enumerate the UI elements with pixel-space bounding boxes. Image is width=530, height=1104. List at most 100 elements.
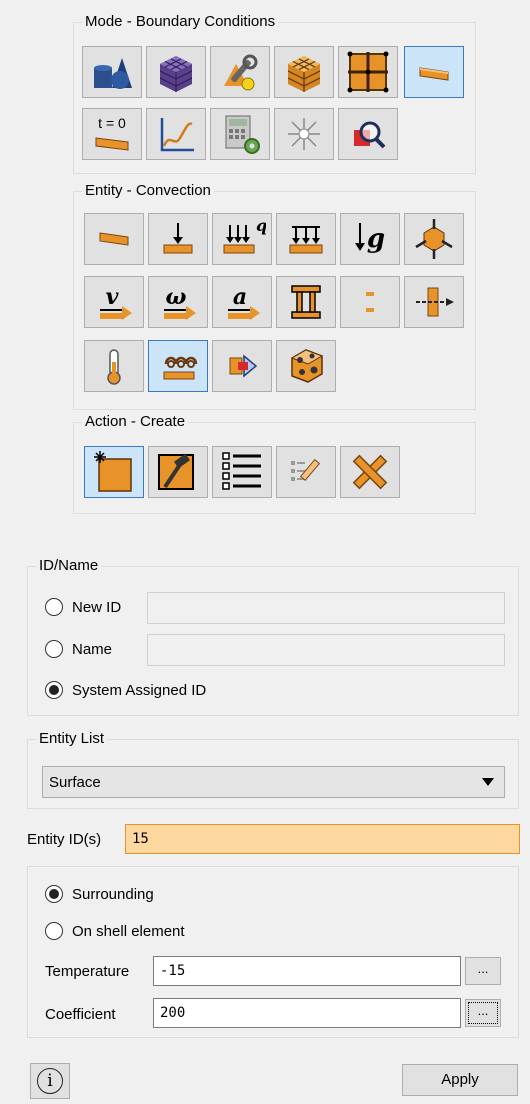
entity-pressure-button[interactable]	[276, 213, 336, 265]
shell-element-label: On shell element	[72, 922, 185, 940]
acceleration-icon: a	[228, 284, 260, 320]
boundary-conditions-icon	[419, 67, 449, 81]
initial-conditions-text: t = 0	[98, 115, 126, 131]
mode-calculator-button[interactable]	[210, 108, 270, 160]
mode-element-button[interactable]	[274, 46, 334, 98]
action-delete-button[interactable]	[340, 446, 400, 498]
mode-inspect-button[interactable]	[338, 108, 398, 160]
entity-group-title: Entity - Convection	[82, 182, 214, 200]
new-id-label: New ID	[72, 598, 122, 616]
coefficient-browse-button[interactable]: ...	[465, 999, 501, 1027]
constraint-icon	[415, 219, 453, 259]
entity-list-value: Surface	[49, 773, 101, 791]
entity-convection-button[interactable]	[148, 340, 208, 392]
entity-velocity-button[interactable]: v	[84, 276, 144, 328]
entity-force-button[interactable]	[148, 213, 208, 265]
mode-boundary-conditions-button[interactable]	[404, 46, 464, 98]
entity-heat-flux-button[interactable]: q	[212, 213, 272, 265]
mode-geometry-button[interactable]	[82, 46, 142, 98]
apply-button[interactable]: Apply	[402, 1064, 518, 1096]
mode-material-button[interactable]	[210, 46, 270, 98]
list-icon	[222, 452, 261, 490]
entity-list-title: Entity List	[36, 730, 108, 748]
new-id-field[interactable]	[147, 592, 505, 624]
create-icon	[94, 451, 132, 492]
velocity-text: v	[106, 284, 119, 310]
mode-lighting-button[interactable]	[274, 108, 334, 160]
gravity-icon: g	[355, 223, 385, 254]
action-rename-button[interactable]	[276, 446, 336, 498]
system-id-label: System Assigned ID	[72, 681, 207, 699]
mode-mesh-button[interactable]	[146, 46, 206, 98]
grid-nodes-icon	[347, 51, 389, 93]
velocity-icon: v	[100, 284, 132, 320]
connector-icon	[416, 287, 454, 317]
surface-load-icon	[99, 232, 129, 246]
displacement-icon	[366, 292, 374, 312]
contact-icon	[291, 285, 321, 319]
entity-radiation-button[interactable]	[212, 340, 272, 392]
name-option[interactable]: Name	[45, 640, 112, 658]
new-id-radio[interactable]	[45, 598, 63, 616]
initial-conditions-icon: t = 0	[95, 115, 129, 151]
shell-element-radio[interactable]	[45, 922, 63, 940]
entity-temperature-button[interactable]	[84, 340, 144, 392]
entity-ids-input[interactable]: 15	[125, 824, 520, 854]
angular-velocity-icon: ω	[164, 284, 196, 320]
name-field[interactable]	[147, 634, 505, 666]
pressure-icon	[289, 226, 323, 254]
temperature-label: Temperature	[45, 963, 130, 980]
info-button[interactable]: i	[30, 1063, 70, 1099]
temperature-input[interactable]: -15	[153, 956, 461, 986]
action-create-button[interactable]	[84, 446, 144, 498]
entity-list-dropdown[interactable]: Surface	[42, 766, 505, 798]
lighting-icon	[288, 118, 320, 150]
mode-initial-conditions-button[interactable]: t = 0	[82, 108, 142, 160]
entity-displacement-button[interactable]	[340, 276, 400, 328]
convection-icon	[163, 356, 198, 380]
shell-element-option[interactable]: On shell element	[45, 922, 185, 940]
surrounding-label: Surrounding	[72, 885, 154, 903]
entity-acceleration-button[interactable]: a	[212, 276, 272, 328]
element-cube-icon	[287, 56, 321, 92]
geometry-icon	[94, 58, 132, 89]
name-radio[interactable]	[45, 640, 63, 658]
entity-ids-label: Entity ID(s)	[27, 831, 102, 848]
entity-gravity-button[interactable]: g	[340, 213, 400, 265]
surrounding-option[interactable]: Surrounding	[45, 885, 154, 903]
new-id-option[interactable]: New ID	[45, 598, 121, 616]
entity-angular-velocity-button[interactable]: ω	[148, 276, 208, 328]
entity-connector-button[interactable]	[404, 276, 464, 328]
system-id-radio[interactable]	[45, 681, 63, 699]
radiation-icon	[229, 354, 258, 378]
temperature-browse-button[interactable]: ...	[465, 957, 501, 985]
entity-heat-source-button[interactable]	[276, 340, 336, 392]
mode-curve-button[interactable]	[146, 108, 206, 160]
system-id-option[interactable]: System Assigned ID	[45, 681, 206, 699]
surrounding-radio[interactable]	[45, 885, 63, 903]
name-label: Name	[72, 640, 113, 658]
rename-icon	[291, 458, 321, 482]
action-list-button[interactable]	[212, 446, 272, 498]
heat-source-icon	[290, 349, 324, 383]
mode-grid-button[interactable]	[338, 46, 398, 98]
temperature-icon	[107, 349, 121, 385]
mode-group-title: Mode - Boundary Conditions	[82, 13, 279, 31]
curve-graph-icon	[160, 118, 194, 152]
entity-contact-button[interactable]	[276, 276, 336, 328]
heat-flux-text: q	[256, 217, 266, 235]
coefficient-input[interactable]: 200	[153, 998, 461, 1028]
material-tools-icon	[224, 54, 258, 91]
inspect-icon	[354, 121, 386, 149]
action-modify-button[interactable]	[148, 446, 208, 498]
chevron-down-icon	[482, 778, 494, 786]
entity-constraint-button[interactable]	[404, 213, 464, 265]
id-name-group-title: ID/Name	[36, 557, 102, 575]
modify-icon	[158, 453, 194, 490]
gravity-text: g	[367, 224, 385, 254]
angular-velocity-text: ω	[166, 284, 187, 310]
calculator-settings-icon	[225, 115, 260, 154]
entity-surface-load-button[interactable]	[84, 213, 144, 265]
delete-icon	[352, 454, 388, 490]
info-icon: i	[37, 1068, 63, 1094]
